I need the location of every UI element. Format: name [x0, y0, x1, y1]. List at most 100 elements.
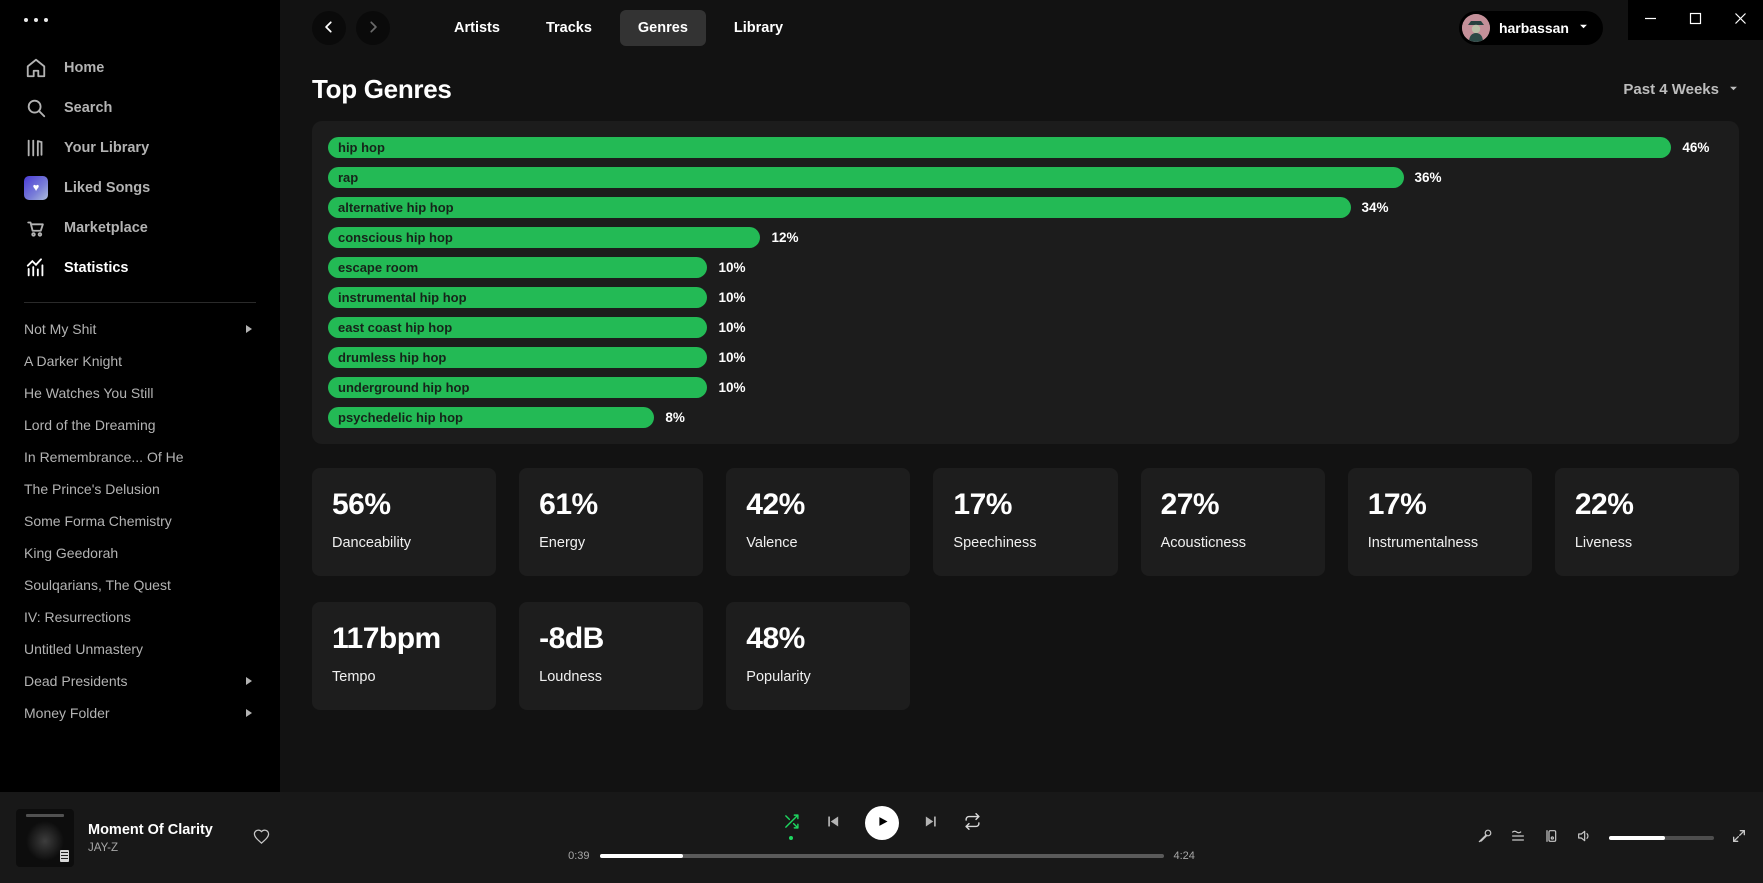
app-menu-dots-icon[interactable]: [24, 18, 280, 22]
caret-down-icon: [1578, 19, 1589, 37]
genre-bar[interactable]: underground hip hop: [328, 377, 707, 398]
sidebar-nav: HomeSearchYour Library♥Liked Songs Market…: [0, 48, 280, 288]
fullscreen-button[interactable]: [1731, 828, 1747, 847]
stat-value: 22%: [1575, 488, 1719, 522]
minimize-button[interactable]: [1628, 0, 1673, 40]
tab-artists[interactable]: Artists: [436, 10, 518, 46]
stat-value: 117bpm: [332, 622, 476, 656]
caret-down-icon: [1728, 81, 1739, 98]
genre-bar[interactable]: conscious hip hop: [328, 227, 760, 248]
playlist-item[interactable]: Untitled Unmastery: [0, 633, 280, 665]
mute-button[interactable]: [1576, 828, 1592, 847]
topbar: Artists Tracks Genres Library harbassan: [312, 0, 1739, 56]
genre-bar[interactable]: psychedelic hip hop: [328, 407, 654, 428]
genre-bar-row: hip hop46%: [328, 137, 1723, 158]
maximize-button[interactable]: [1673, 0, 1718, 40]
connect-devices-button[interactable]: [1543, 828, 1559, 847]
playlist-name: King Geedorah: [24, 545, 118, 561]
playlist-item[interactable]: The Prince's Delusion: [0, 473, 280, 505]
playlist-item[interactable]: Not My Shit: [0, 313, 280, 345]
genre-bar[interactable]: escape room: [328, 257, 707, 278]
user-name: harbassan: [1499, 20, 1569, 36]
track-artist[interactable]: JAY-Z: [88, 842, 213, 854]
genre-bar[interactable]: rap: [328, 167, 1404, 188]
album-art[interactable]: [16, 809, 74, 867]
genre-value: 10%: [718, 260, 745, 275]
playlist-name: He Watches You Still: [24, 385, 153, 401]
stat-label: Valence: [746, 535, 890, 551]
genre-bar[interactable]: alternative hip hop: [328, 197, 1351, 218]
back-button[interactable]: [312, 11, 346, 45]
submenu-arrow-icon: [244, 705, 254, 721]
time-range-dropdown[interactable]: Past 4 Weeks: [1623, 81, 1739, 98]
volume-slider[interactable]: [1609, 836, 1714, 840]
close-icon: [1734, 12, 1747, 28]
user-menu[interactable]: harbassan: [1459, 11, 1603, 45]
close-button[interactable]: [1718, 0, 1763, 40]
genre-bar[interactable]: drumless hip hop: [328, 347, 707, 368]
stat-value: -8dB: [539, 622, 683, 656]
playlist-item[interactable]: King Geedorah: [0, 537, 280, 569]
repeat-button[interactable]: [964, 813, 981, 833]
sidebar-item-statistics[interactable]: Statistics: [0, 248, 280, 288]
stat-card-valence: 42%Valence: [726, 468, 910, 576]
sidebar-item-label: Marketplace: [64, 220, 148, 236]
playlist-item[interactable]: He Watches You Still: [0, 377, 280, 409]
genre-label: drumless hip hop: [338, 350, 446, 365]
genre-bar[interactable]: east coast hip hop: [328, 317, 707, 338]
playlist-item[interactable]: Some Forma Chemistry: [0, 505, 280, 537]
tab-library[interactable]: Library: [716, 10, 801, 46]
playlist-item[interactable]: IV: Resurrections: [0, 601, 280, 633]
top-genres-chart: hip hop46%rap36%alternative hip hop34%co…: [312, 121, 1739, 444]
queue-button[interactable]: [1510, 828, 1526, 847]
stat-value: 17%: [1368, 488, 1512, 522]
progress-row: 0:39 4:24: [562, 850, 1202, 862]
tab-genres[interactable]: Genres: [620, 10, 706, 46]
play-button[interactable]: [865, 806, 899, 840]
audio-features-grid: 56%Danceability61%Energy42%Valence17%Spe…: [312, 468, 1739, 710]
previous-button[interactable]: [824, 813, 841, 833]
genre-bar[interactable]: hip hop: [328, 137, 1671, 158]
stats-icon: [24, 256, 48, 280]
forward-button[interactable]: [356, 11, 390, 45]
playlist-item[interactable]: In Remembrance... Of He: [0, 441, 280, 473]
tab-tracks[interactable]: Tracks: [528, 10, 610, 46]
stat-card-loudness: -8dBLoudness: [519, 602, 703, 710]
next-button[interactable]: [923, 813, 940, 833]
playlist-item[interactable]: Soulqarians, The Quest: [0, 569, 280, 601]
playlist-item[interactable]: A Darker Knight: [0, 345, 280, 377]
submenu-arrow-icon: [244, 321, 254, 337]
liked-songs-icon: ♥: [24, 176, 48, 200]
shuffle-icon: [783, 813, 800, 833]
like-button[interactable]: [253, 828, 270, 848]
playlist-name: Money Folder: [24, 705, 110, 721]
lyrics-button[interactable]: [1477, 828, 1493, 847]
genre-bar-row: underground hip hop10%: [328, 377, 1723, 398]
progress-bar[interactable]: [600, 854, 1164, 858]
sidebar-item-your-library[interactable]: Your Library: [0, 128, 280, 168]
playlist-name: Not My Shit: [24, 321, 96, 337]
sidebar-item-liked-songs[interactable]: ♥Liked Songs: [0, 168, 280, 208]
genre-bar-row: alternative hip hop 34%: [328, 197, 1723, 218]
playlist-item[interactable]: Lord of the Dreaming: [0, 409, 280, 441]
playlist-name: Lord of the Dreaming: [24, 417, 156, 433]
player-controls: [783, 805, 981, 841]
genre-value: 34%: [1362, 200, 1389, 215]
queue-icon: [1510, 828, 1526, 847]
time-range-label: Past 4 Weeks: [1623, 81, 1719, 98]
shuffle-button[interactable]: [783, 813, 800, 833]
chevron-right-icon: [366, 20, 380, 37]
stat-card-tempo: 117bpmTempo: [312, 602, 496, 710]
sidebar-item-home[interactable]: Home: [0, 48, 280, 88]
page-title: Top Genres: [312, 74, 452, 105]
playlist-item[interactable]: Dead Presidents: [0, 665, 280, 697]
genre-label: conscious hip hop: [338, 230, 453, 245]
sidebar-item-marketplace[interactable]: Marketplace: [0, 208, 280, 248]
player-right-controls: [1477, 828, 1747, 847]
playlist-item[interactable]: Money Folder: [0, 697, 280, 729]
genre-bar[interactable]: instrumental hip hop: [328, 287, 707, 308]
sidebar-item-search[interactable]: Search: [0, 88, 280, 128]
stat-value: 56%: [332, 488, 476, 522]
previous-icon: [824, 813, 841, 833]
track-title[interactable]: Moment Of Clarity: [88, 822, 213, 838]
